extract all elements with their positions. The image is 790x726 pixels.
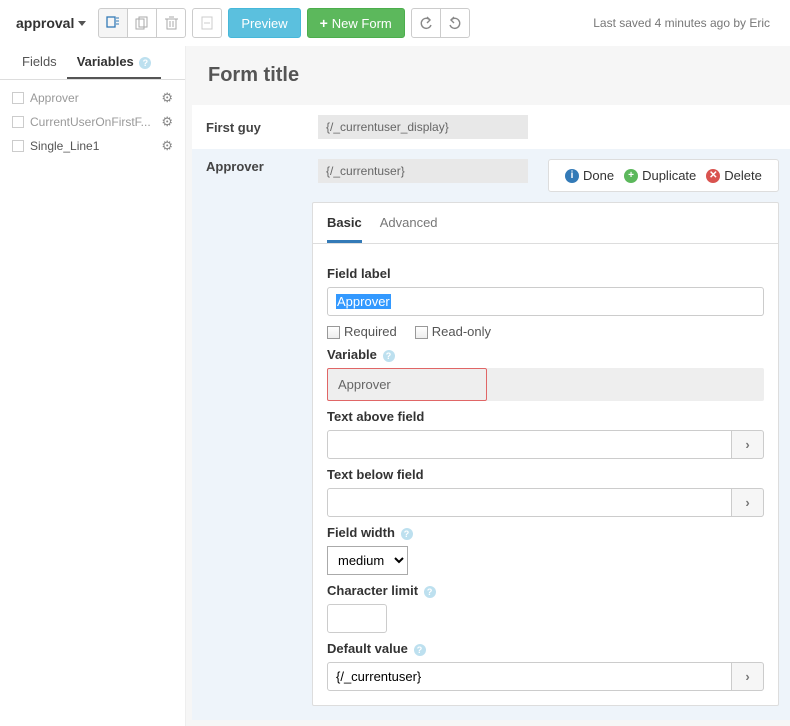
page-break-button[interactable] (192, 8, 222, 38)
copy-button[interactable] (127, 8, 157, 38)
checkbox-icon (12, 92, 24, 104)
form-name-dropdown[interactable]: approval (10, 11, 92, 35)
field-settings-panel: Basic Advanced Field label Approver Requ… (312, 202, 779, 706)
form-field-row-selected[interactable]: Approver {/_currentuser} iDone +Duplicat… (192, 149, 790, 202)
settings-tabs: Basic Advanced (313, 203, 778, 244)
delete-field-button[interactable]: ✕Delete (706, 168, 762, 183)
variable-name: CurrentUserOnFirstF... (30, 115, 155, 129)
field-label-input[interactable]: Approver (327, 287, 764, 316)
field-settings-wrap: Basic Advanced Field label Approver Requ… (192, 202, 790, 720)
checkbox-icon (12, 140, 24, 152)
field-action-bar: iDone +Duplicate ✕Delete (548, 159, 779, 192)
checkbox-icon (12, 116, 24, 128)
editor-mode-group (98, 8, 186, 38)
delete-icon: ✕ (706, 169, 720, 183)
checkbox-icon (327, 326, 340, 339)
field-label-label: Field label (327, 266, 764, 281)
chevron-right-icon: › (745, 669, 749, 684)
expand-button[interactable]: › (732, 488, 764, 517)
variable-label: Variable ? (327, 347, 764, 362)
help-icon[interactable]: ? (401, 528, 413, 540)
chevron-right-icon: › (745, 437, 749, 452)
variable-row[interactable]: Single_Line1 ⚙ (4, 134, 181, 158)
help-icon[interactable]: ? (383, 350, 395, 362)
default-value-label: Default value ? (327, 641, 764, 656)
edit-mode-button[interactable] (98, 8, 128, 38)
text-below-label: Text below field (327, 467, 764, 482)
done-icon: i (565, 169, 579, 183)
field-label: First guy (206, 120, 306, 135)
chevron-right-icon: › (745, 495, 749, 510)
checkbox-icon (415, 326, 428, 339)
toolbar: approval Preview +New Form Last saved 4 … (0, 0, 790, 46)
field-label-value: Approver (336, 294, 391, 309)
done-button[interactable]: iDone (565, 168, 614, 183)
help-icon[interactable]: ? (414, 644, 426, 656)
page-icon (200, 16, 214, 30)
settings-tab-basic[interactable]: Basic (327, 215, 362, 243)
settings-tab-advanced[interactable]: Advanced (380, 215, 438, 243)
redo-icon (448, 16, 462, 30)
content-area: Fields Variables ? Approver ⚙ CurrentUse… (0, 46, 790, 726)
field-value-box: {/_currentuser_display} (318, 115, 528, 139)
field-width-select[interactable]: medium (327, 546, 408, 575)
gear-icon[interactable]: ⚙ (161, 90, 173, 106)
sidebar-tabs: Fields Variables ? (0, 46, 185, 80)
default-value-input[interactable] (327, 662, 732, 691)
form-field-row[interactable]: First guy {/_currentuser_display} (192, 105, 790, 149)
form-name-label: approval (16, 15, 74, 31)
variable-display-rest (487, 368, 764, 401)
required-checkbox[interactable]: Required (327, 324, 397, 339)
duplicate-icon: + (624, 169, 638, 183)
char-limit-label: Character limit ? (327, 583, 764, 598)
char-limit-input[interactable] (327, 604, 387, 633)
caret-down-icon (78, 21, 86, 26)
sidebar: Fields Variables ? Approver ⚙ CurrentUse… (0, 46, 185, 726)
trash-icon (165, 16, 178, 30)
tab-variables[interactable]: Variables ? (67, 46, 162, 79)
field-label: Approver (206, 159, 306, 174)
duplicate-button[interactable]: +Duplicate (624, 168, 696, 183)
last-saved-text: Last saved 4 minutes ago by Eric (593, 16, 780, 30)
undo-redo-group (411, 8, 470, 38)
text-above-input[interactable] (327, 430, 732, 459)
field-width-label: Field width ? (327, 525, 764, 540)
plus-icon: + (320, 15, 328, 31)
gear-icon[interactable]: ⚙ (161, 138, 173, 154)
variable-display[interactable]: Approver (327, 368, 487, 401)
undo-button[interactable] (411, 8, 441, 38)
gear-icon[interactable]: ⚙ (161, 114, 173, 130)
redo-button[interactable] (440, 8, 470, 38)
delete-button[interactable] (156, 8, 186, 38)
form-title[interactable]: Form title (186, 46, 790, 105)
readonly-checkbox[interactable]: Read-only (415, 324, 491, 339)
variable-name: Single_Line1 (30, 139, 155, 153)
new-form-button[interactable]: +New Form (307, 8, 405, 38)
tab-fields[interactable]: Fields (12, 46, 67, 79)
text-above-label: Text above field (327, 409, 764, 424)
variable-row[interactable]: Approver ⚙ (4, 86, 181, 110)
preview-button[interactable]: Preview (228, 8, 300, 38)
variable-row[interactable]: CurrentUserOnFirstF... ⚙ (4, 110, 181, 134)
expand-button[interactable]: › (732, 430, 764, 459)
expand-button[interactable]: › (732, 662, 764, 691)
help-icon[interactable]: ? (424, 586, 436, 598)
form-canvas-area: Form title First guy {/_currentuser_disp… (185, 46, 790, 726)
variable-name: Approver (30, 91, 155, 105)
text-below-input[interactable] (327, 488, 732, 517)
undo-icon (419, 16, 433, 30)
field-value-box: {/_currentuser} (318, 159, 528, 183)
help-icon[interactable]: ? (139, 57, 151, 69)
